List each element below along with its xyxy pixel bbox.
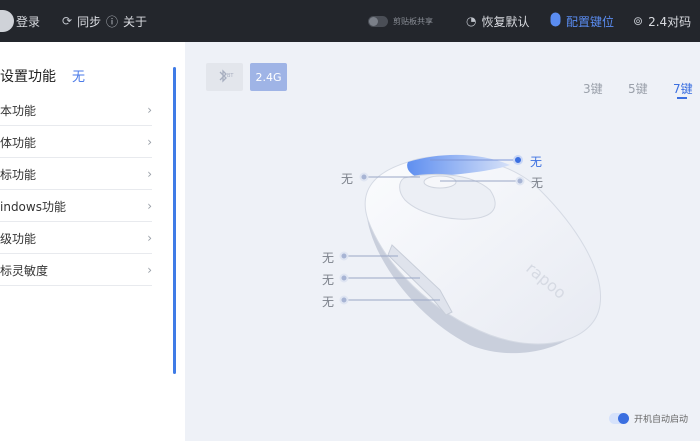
left-button-dot[interactable] [359, 172, 369, 182]
autostart-switch[interactable] [608, 413, 629, 424]
right-button-label[interactable]: 无 [531, 174, 543, 191]
side2-dot[interactable] [339, 273, 349, 283]
scroll-wheel[interactable] [423, 175, 457, 189]
top-button-label[interactable]: 无 [530, 153, 542, 170]
side3-dot[interactable] [339, 295, 349, 305]
side1-label[interactable]: 无 [322, 249, 334, 266]
side3-label[interactable]: 无 [322, 293, 334, 310]
top-button-dot[interactable] [513, 155, 523, 165]
side2-label[interactable]: 无 [322, 271, 334, 288]
side1-dot[interactable] [339, 251, 349, 261]
right-button-dot[interactable] [515, 176, 525, 186]
autostart-toggle[interactable]: 开机自动启动 [608, 412, 688, 425]
autostart-label: 开机自动启动 [633, 415, 688, 425]
mouse-diagram: rapoo [339, 154, 602, 354]
left-button-label[interactable]: 无 [341, 170, 353, 187]
